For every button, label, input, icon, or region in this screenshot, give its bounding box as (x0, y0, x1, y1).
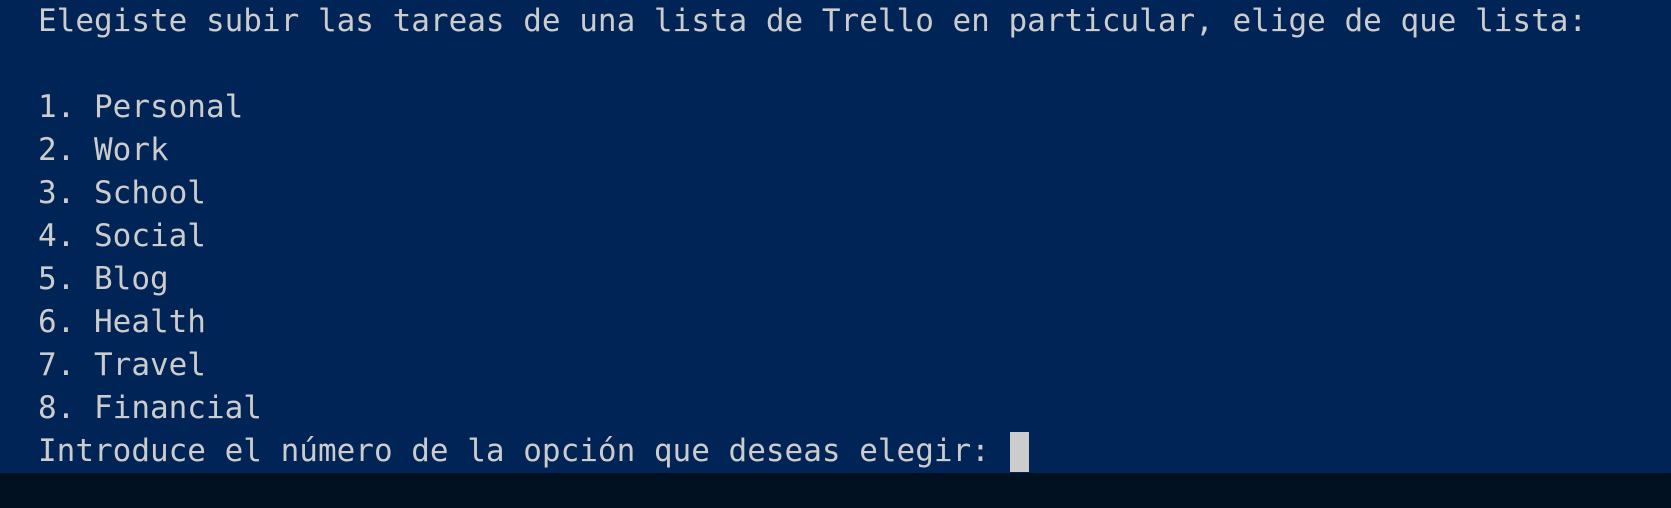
option-line: 1. Personal (38, 89, 244, 125)
option-line: 7. Travel (38, 347, 206, 383)
option-line: 3. School (38, 175, 206, 211)
header-line: Elegiste subir las tareas de una lista d… (38, 3, 1588, 39)
input-prompt-line[interactable]: Introduce el número de la opción que des… (38, 430, 1671, 473)
text-cursor (1009, 431, 1029, 472)
option-line: 2. Work (38, 132, 169, 168)
option-line: 5. Blog (38, 261, 169, 297)
terminal-bottom-strip (0, 473, 1671, 508)
option-line: 8. Financial (38, 390, 262, 426)
terminal-window[interactable]: Elegiste subir las tareas de una lista d… (0, 0, 1671, 473)
option-line: 4. Social (38, 218, 206, 254)
option-line: 6. Health (38, 304, 206, 340)
input-prompt-label: Introduce el número de la opción que des… (38, 433, 1009, 469)
